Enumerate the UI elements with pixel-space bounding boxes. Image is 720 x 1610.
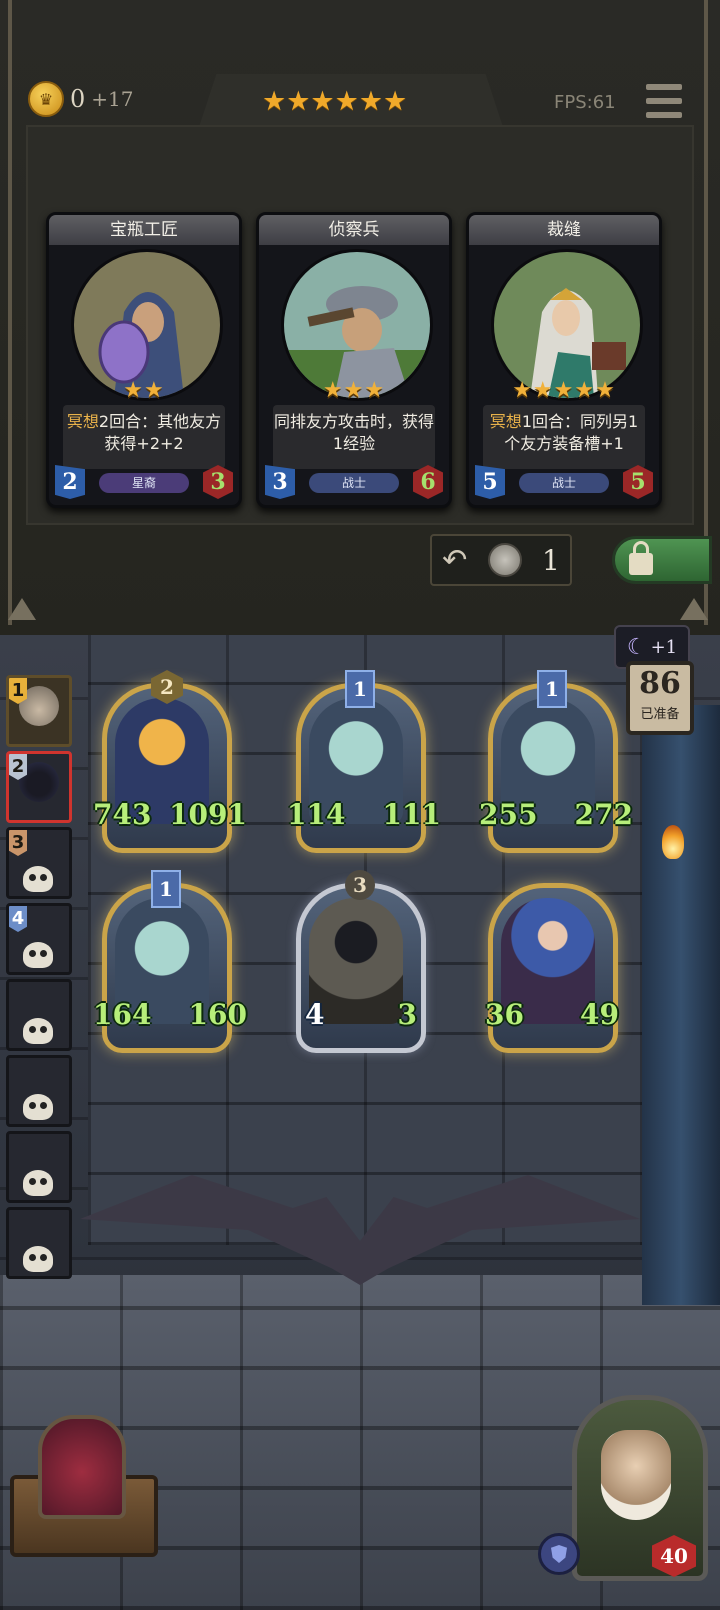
board-minion-5[interactable]: 3 4 3 <box>296 870 426 1053</box>
board-minion-2[interactable]: 1 114 111 <box>287 670 441 853</box>
slot-rank: 4 <box>9 906 27 932</box>
board-minion-6[interactable]: 36 49 <box>485 883 619 1053</box>
minion-attack: 4 <box>305 998 325 1031</box>
card-stars: ★★★★★ <box>512 378 616 403</box>
freeze-button[interactable] <box>612 536 712 584</box>
moon-bonus: +1 <box>650 636 678 658</box>
card-tribe: 战士 <box>519 473 609 493</box>
minion-health: 160 <box>188 998 247 1031</box>
shop-card-3[interactable]: 裁缝 ★★★★★ 冥想1回合：同列另1个友方装备槽+1 战士 5 5 <box>466 212 662 508</box>
board-minion-1[interactable]: 2 743 1091 <box>93 670 247 853</box>
card-text: 冥想1回合：同列另1个友方装备槽+1 <box>483 405 645 469</box>
minion-attack: 743 <box>93 798 152 831</box>
shop-card-2[interactable]: 侦察兵 ★★★ 同排友方攻击时，获得1经验 战士 3 6 <box>256 212 452 508</box>
skull-icon <box>23 1094 53 1120</box>
lineup-slot-1[interactable]: 1 <box>6 675 72 747</box>
gold-display: ♛ 0 +17 <box>28 81 134 117</box>
card-name: 裁缝 <box>469 215 659 245</box>
card-name: 侦察兵 <box>259 215 449 245</box>
stone-pillar <box>642 705 720 1305</box>
refresh-icon: ↶ <box>442 542 468 578</box>
armor-shield-icon[interactable] <box>538 1533 580 1575</box>
lineup-slot-8[interactable] <box>6 1207 72 1279</box>
card-health: 5 <box>623 465 653 499</box>
gold-income: +17 <box>91 87 134 111</box>
slot-rank: 1 <box>9 678 27 704</box>
minion-attack: 164 <box>93 998 152 1031</box>
lineup-slot-3[interactable]: 3 <box>6 827 72 899</box>
tavern-keeper[interactable] <box>10 1415 158 1557</box>
player-lineup: 1 2 3 4 <box>0 675 72 1279</box>
minion-attack: 114 <box>287 798 346 831</box>
frame-corner-right <box>680 598 708 620</box>
card-health: 6 <box>413 465 443 499</box>
minion-health: 3 <box>397 998 417 1031</box>
lock-icon <box>629 541 653 575</box>
frame-corner-left <box>8 598 36 620</box>
moon-icon: ☾ <box>626 634 647 660</box>
minion-health: 1091 <box>169 798 247 831</box>
minion-attack: 36 <box>485 998 524 1031</box>
lineup-slot-7[interactable] <box>6 1131 72 1203</box>
menu-button[interactable] <box>646 84 682 118</box>
skull-icon <box>23 942 53 968</box>
card-attack: 5 <box>475 465 505 499</box>
shop-panel: ♛ 0 +17 ★★★★★★ FPS:61 宝瓶工匠 ★★ 冥想2回合：其他友方… <box>0 0 720 641</box>
skull-icon <box>23 1170 53 1196</box>
skull-icon <box>23 866 53 892</box>
card-description: 同排友方攻击时，获得1经验 <box>273 412 434 453</box>
menu-bar-icon <box>646 98 682 104</box>
coin-icon <box>487 543 522 577</box>
card-keyword: 冥想 <box>66 412 99 431</box>
minion-tier: 1 <box>537 670 567 708</box>
card-tribe: 战士 <box>309 473 399 493</box>
lineup-slot-6[interactable] <box>6 1055 72 1127</box>
board-minion-4[interactable]: 1 164 160 <box>93 870 247 1053</box>
card-stars: ★★★ <box>322 378 386 403</box>
hero-portrait <box>601 1430 671 1520</box>
ready-count: 86 <box>639 666 681 701</box>
skull-icon <box>23 1018 53 1044</box>
card-health: 3 <box>203 465 233 499</box>
lineup-slot-4[interactable]: 4 <box>6 903 72 975</box>
minion-health: 111 <box>382 798 441 831</box>
refresh-cost: 1 <box>542 543 560 577</box>
minion-tier: 3 <box>345 870 375 900</box>
crown-coin-icon: ♛ <box>28 81 64 117</box>
tavern-tier-stars: ★★★★★★ <box>262 86 408 117</box>
menu-bar-icon <box>646 84 682 90</box>
minion-tier: 1 <box>345 670 375 708</box>
card-attack: 2 <box>55 465 85 499</box>
card-name: 宝瓶工匠 <box>49 215 239 245</box>
minion-tier: 1 <box>151 870 181 908</box>
card-description: 1回合：同列另1个友方装备槽+1 <box>504 412 639 453</box>
slot-rank: 2 <box>9 754 27 780</box>
board-minion-3[interactable]: 1 255 272 <box>479 670 633 853</box>
minion-health: 49 <box>580 998 619 1031</box>
card-stars: ★★ <box>123 378 165 403</box>
lineup-slot-2[interactable]: 2 <box>6 751 72 823</box>
lineup-slot-5[interactable] <box>6 979 72 1051</box>
torch-flame-icon <box>662 825 684 859</box>
ready-label: 已准备 <box>640 707 680 722</box>
ready-counter: 86 已准备 <box>626 661 694 735</box>
refresh-button[interactable]: ↶ 1 <box>430 534 572 586</box>
minion-attack: 255 <box>479 798 538 831</box>
gold-value: 0 <box>70 85 86 113</box>
fps-counter: FPS:61 <box>554 92 616 113</box>
minion-health: 272 <box>574 798 633 831</box>
card-keyword: 冥想 <box>489 412 522 431</box>
card-attack: 3 <box>265 465 295 499</box>
card-text: 同排友方攻击时，获得1经验 <box>273 405 435 469</box>
card-text: 冥想2回合：其他友方获得+2+2 <box>63 405 225 469</box>
menu-bar-icon <box>646 112 682 118</box>
card-description: 2回合：其他友方获得+2+2 <box>98 412 222 453</box>
board-area: 1 2 3 4 ☾ +1 86 已准备 2 743 1091 1 114 111… <box>0 625 720 1610</box>
card-tribe: 星裔 <box>99 473 189 493</box>
slot-rank: 3 <box>9 830 27 856</box>
skull-icon <box>23 1246 53 1272</box>
tavern-keeper-portrait <box>38 1415 126 1519</box>
shop-card-1[interactable]: 宝瓶工匠 ★★ 冥想2回合：其他友方获得+2+2 星裔 2 3 <box>46 212 242 508</box>
